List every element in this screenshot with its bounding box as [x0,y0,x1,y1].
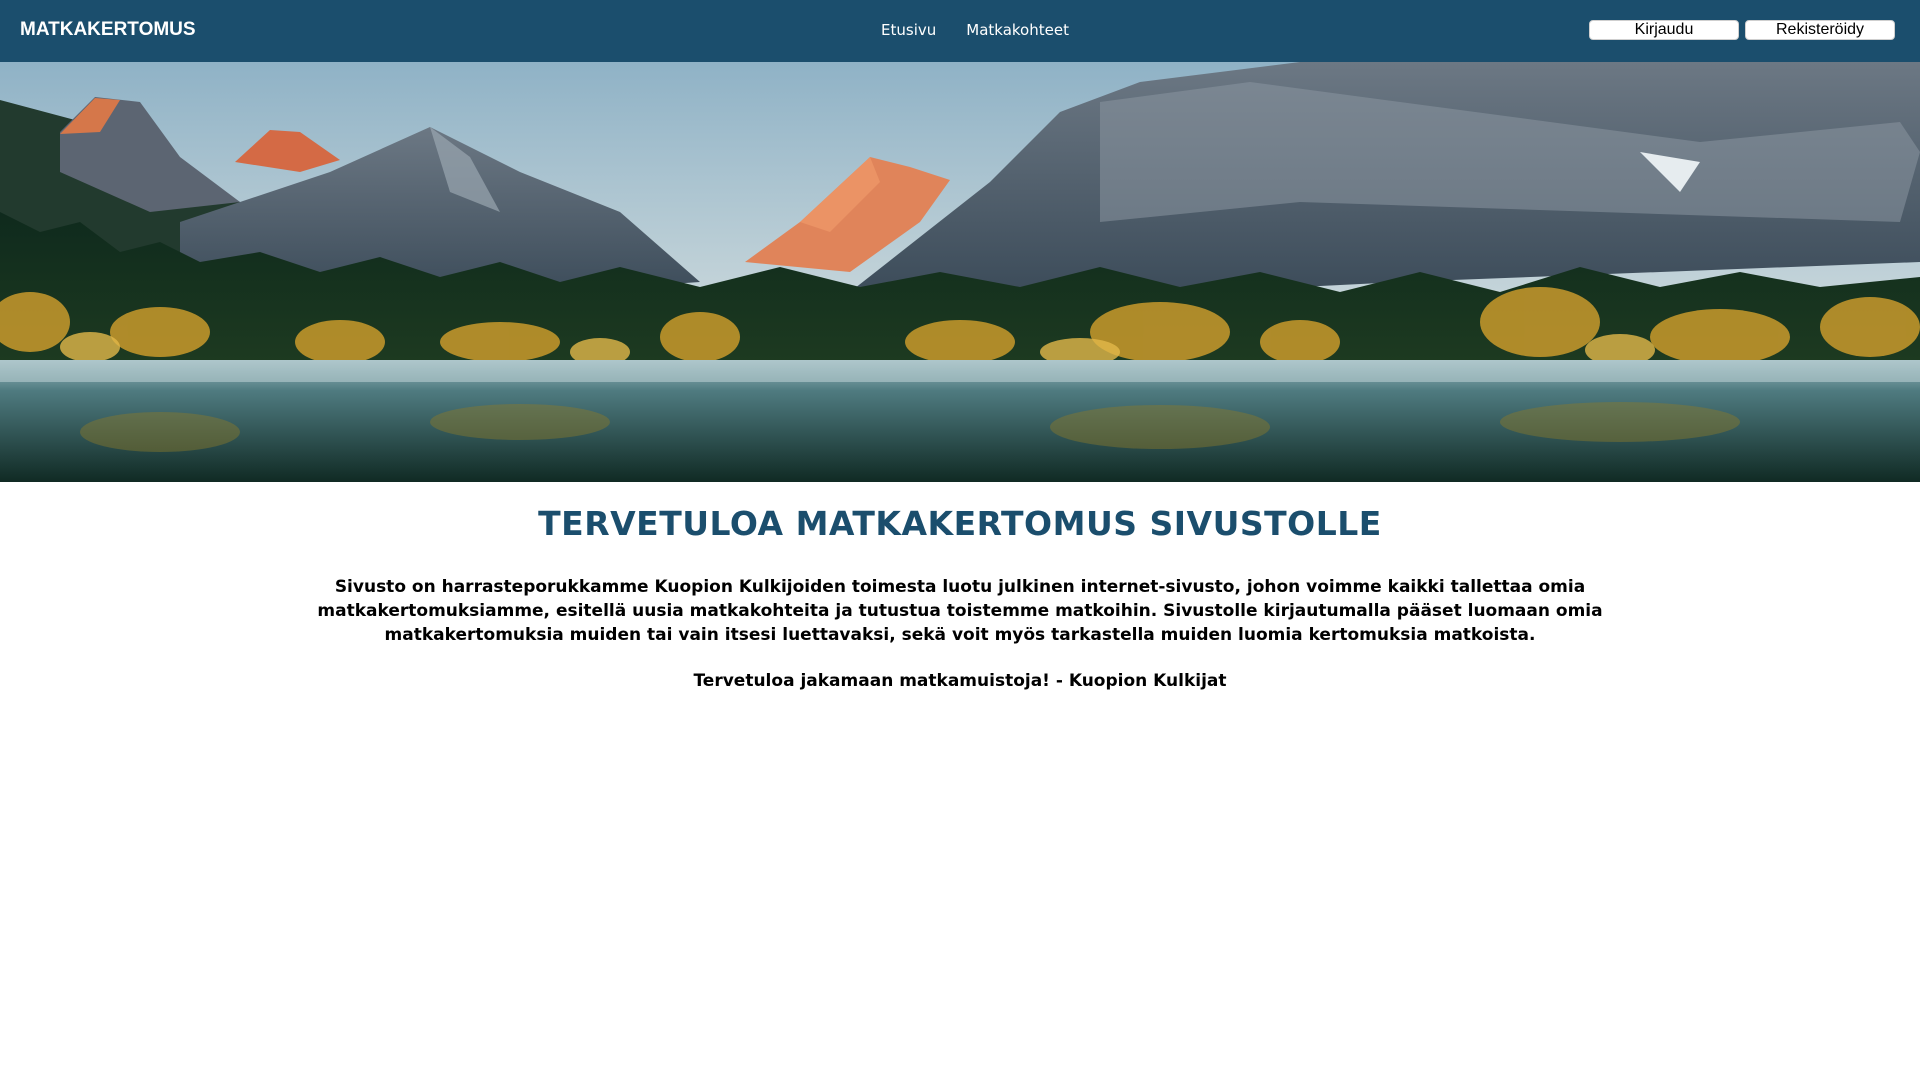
intro-paragraph: Sivusto on harrasteporukkamme Kuopion Ku… [317,577,1603,645]
hero-landscape-image [0,62,1920,482]
login-button[interactable]: Kirjaudu [1589,20,1739,40]
page-title: TERVETULOA MATKAKERTOMUS SIVUSTOLLE [538,504,1382,543]
nav-link-etusivu[interactable]: Etusivu [881,21,936,39]
welcome-signature: Tervetuloa jakamaan matkamuistoja! - Kuo… [693,671,1227,691]
top-navbar: MATKAKERTOMUS Etusivu Matkakohteet Kirja… [0,0,1920,62]
nav-link-matkakohteet[interactable]: Matkakohteet [966,21,1069,39]
register-button[interactable]: Rekisteröidy [1745,20,1895,40]
auth-buttons: Kirjaudu Rekisteröidy [1589,20,1895,40]
main-content: TERVETULOA MATKAKERTOMUS SIVUSTOLLE Sivu… [0,482,1920,691]
